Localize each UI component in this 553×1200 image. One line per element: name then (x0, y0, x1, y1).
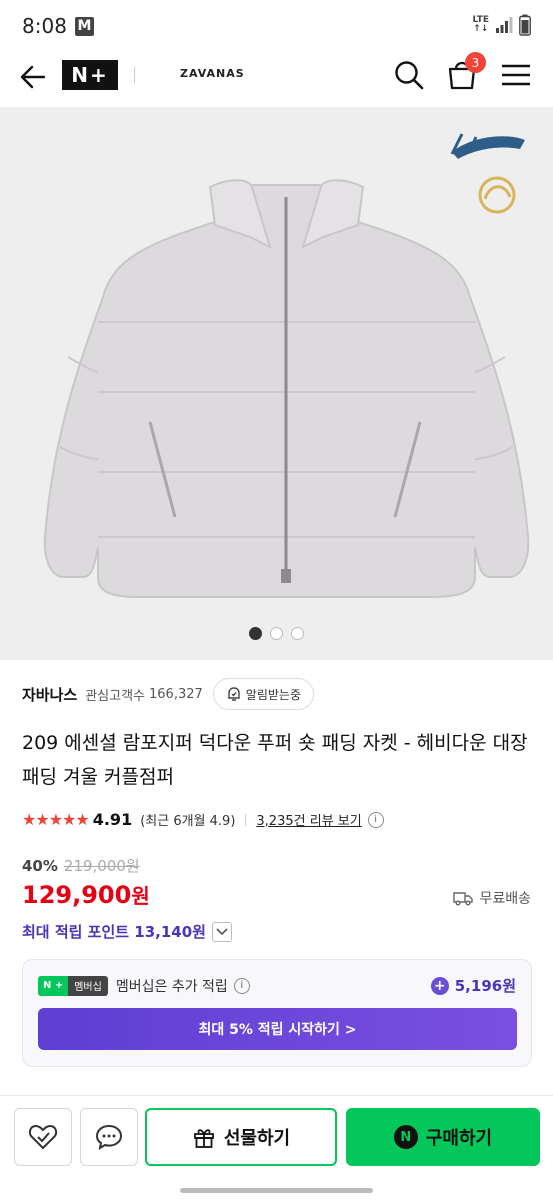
price-row: 129,900 원 (22, 880, 150, 909)
product-title: 209 에센셜 람포지퍼 덕다운 푸퍼 숏 패딩 자켓 - 헤비다운 대장패딩 … (22, 732, 528, 788)
review-link[interactable]: 3,235건 리뷰 보기 (256, 810, 361, 829)
carousel-dot-1[interactable] (249, 627, 262, 640)
buy-button[interactable]: N 구매하기 (346, 1108, 540, 1166)
carousel-pagination (0, 627, 553, 640)
alarm-label: 알림받는중 (245, 687, 301, 702)
truck-icon (453, 892, 474, 906)
battery-icon (519, 14, 531, 36)
cart-count-badge: 3 (465, 52, 486, 73)
puffer-jacket-image (43, 133, 530, 598)
chat-bubble-icon (95, 1124, 123, 1151)
signal-icon (496, 17, 513, 33)
bell-check-icon (228, 687, 240, 701)
chevron-down-icon[interactable] (211, 921, 232, 942)
status-time: 8:08 (22, 14, 67, 38)
jacket-shape (43, 179, 530, 598)
naver-plus-membership-badge: N + 멤버십 (38, 975, 108, 996)
hamburger-menu-icon[interactable] (500, 60, 532, 90)
gmail-notification-icon: M (74, 16, 94, 36)
shop-info-row: 자바나스 관심고객수 166,327 알림받는중 (22, 678, 314, 710)
header-divider (134, 67, 135, 83)
gold-emblem-logo (478, 176, 516, 214)
talk-button[interactable] (80, 1108, 138, 1166)
app-header: N+ ZAVANAS 3 (0, 52, 553, 104)
follower-count: 166,327 (149, 686, 203, 702)
gift-button[interactable]: 선물하기 (145, 1108, 337, 1166)
membership-box: N + 멤버십 멤버십은 추가 적립 i + 5,196원 최대 5% 적립 시… (22, 959, 532, 1067)
max-points-row[interactable]: 최대 적립 포인트 13,140원 (22, 921, 232, 942)
original-price: 219,000원 (63, 857, 140, 875)
alarm-subscribed-button[interactable]: 알림받는중 (212, 678, 314, 710)
membership-line: N + 멤버십 멤버십은 추가 적립 i + 5,196원 (38, 975, 516, 996)
search-icon[interactable] (392, 58, 426, 92)
rating-stars-icon: ★★★★★ (22, 810, 90, 829)
rating-value: 4.91 (92, 810, 133, 829)
lamplo-brand-logo (450, 133, 525, 159)
gift-icon (193, 1129, 214, 1148)
product-image-carousel[interactable] (0, 107, 553, 660)
info-icon[interactable]: i (367, 811, 384, 828)
shipping-info: 무료배송 (453, 888, 531, 908)
lte-icon: LTE ↑↓ (472, 15, 489, 34)
carousel-dot-3[interactable] (291, 627, 304, 640)
gift-label: 선물하기 (223, 1128, 291, 1149)
buy-label: 구매하기 (425, 1128, 493, 1149)
store-name[interactable]: ZAVANAS (180, 67, 245, 80)
bottom-action-bar: 선물하기 N 구매하기 (0, 1095, 553, 1181)
membership-start-button[interactable]: 최대 5% 적립 시작하기 > (38, 1008, 517, 1050)
recent-rating: (최근 6개월 4.9) (140, 814, 236, 829)
status-bar: 8:08 M LTE ↑↓ (0, 0, 553, 52)
rating-separator (245, 813, 247, 826)
plus-circle-icon: + (430, 976, 449, 995)
naver-plus-store-logo[interactable]: N+ (62, 60, 118, 90)
membership-text: 멤버십은 추가 적립 (115, 978, 228, 995)
back-arrow-icon[interactable] (18, 62, 48, 92)
discount-row: 40% 219,000원 (22, 855, 140, 876)
follower-label: 관심고객수 (85, 688, 146, 704)
price-unit: 원 (131, 884, 150, 908)
discount-percent: 40% (22, 856, 58, 875)
membership-info-icon[interactable]: i (233, 977, 250, 994)
rating-row: ★★★★★ 4.91 (최근 6개월 4.9) 3,235건 리뷰 보기 i (22, 810, 384, 829)
status-indicators: LTE ↑↓ (472, 14, 531, 36)
carousel-dot-2[interactable] (270, 627, 283, 640)
heart-check-icon (28, 1124, 58, 1150)
shipping-label: 무료배송 (479, 891, 531, 907)
sale-price: 129,900 (22, 881, 132, 909)
max-points-label: 최대 적립 포인트 13,140원 (22, 923, 206, 941)
shop-name[interactable]: 자바나스 (22, 684, 77, 705)
home-indicator (180, 1188, 373, 1193)
membership-amount: + 5,196원 (430, 975, 516, 996)
wishlist-button[interactable] (14, 1108, 72, 1166)
naver-pay-icon: N (393, 1125, 418, 1149)
